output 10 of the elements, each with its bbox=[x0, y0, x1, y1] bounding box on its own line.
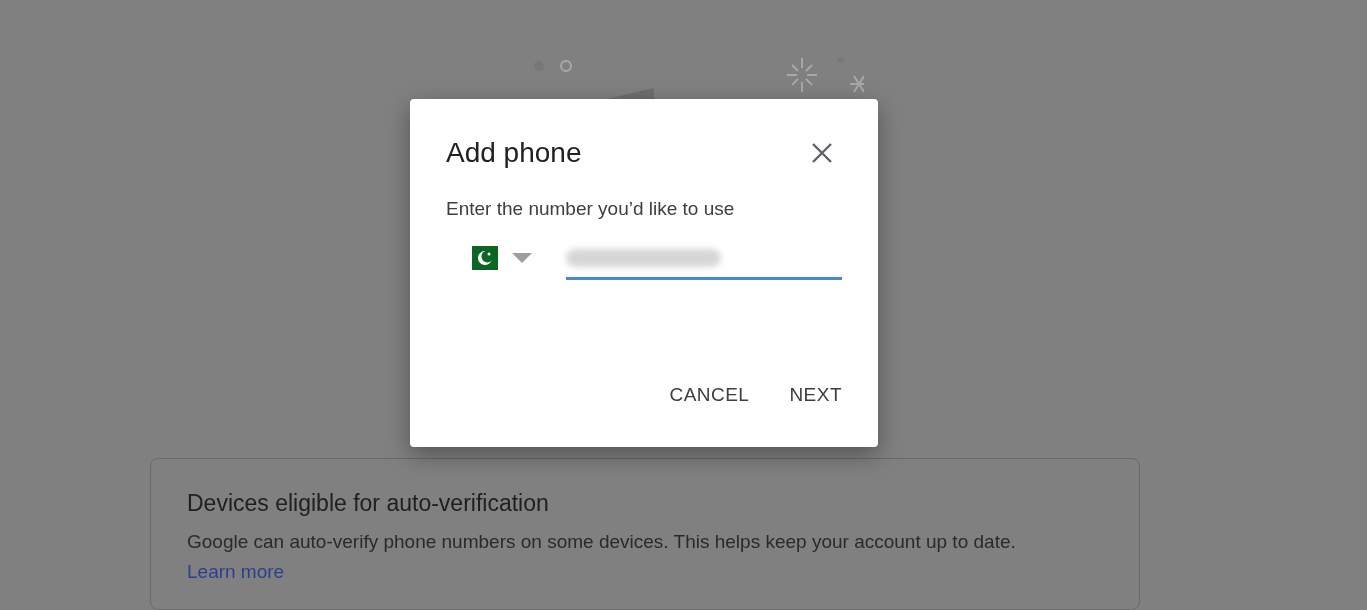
prompt-label: Enter the number you’d like to use bbox=[446, 197, 736, 221]
card-description: Google can auto-verify phone numbers on some devices. This helps keep your account up to date. Learn more bbox=[187, 530, 1017, 584]
card-title: Devices eligible for auto-verification bbox=[187, 489, 550, 518]
next-button[interactable]: NEXT bbox=[773, 372, 858, 417]
country-selector[interactable] bbox=[472, 245, 532, 270]
dialog-title: Add phone bbox=[446, 136, 582, 170]
close-icon bbox=[810, 141, 834, 165]
flag-icon bbox=[472, 245, 498, 270]
cancel-button[interactable]: CANCEL bbox=[653, 372, 766, 417]
caret-icon bbox=[512, 252, 532, 263]
